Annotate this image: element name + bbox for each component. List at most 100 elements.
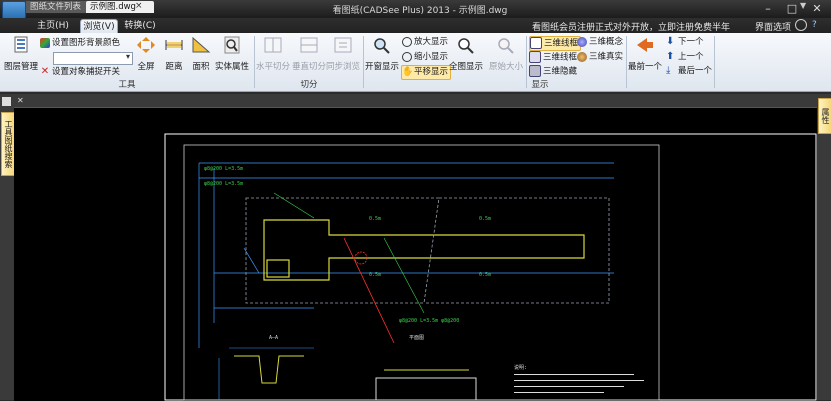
hand-icon: ✋ <box>402 66 414 77</box>
plan-label: 平面图 <box>409 335 424 341</box>
horizontal-split-icon <box>264 37 282 53</box>
sync-icon <box>334 37 352 53</box>
arrow-down-icon: ⬇ <box>666 35 675 47</box>
leader-lines <box>273 192 425 314</box>
tab-view[interactable]: 浏览(V) <box>80 19 118 34</box>
fullscreen-icon <box>137 37 155 53</box>
palette-icon <box>40 37 50 48</box>
prev-button[interactable]: ⬆ 上一个 <box>666 51 704 64</box>
width-text-2: 0.5m <box>479 216 491 222</box>
zoom-out-icon <box>402 51 412 62</box>
next-button[interactable]: ⬇ 下一个 <box>666 36 704 49</box>
zoom-in-icon <box>402 36 412 47</box>
width-text-1: 0.5m <box>369 216 381 222</box>
dim-text-2: φ8@200 L=3.5m <box>204 181 243 187</box>
ruler-icon <box>165 40 183 50</box>
sync-browse-button[interactable]: 同步浏览 <box>326 36 360 72</box>
group-divider <box>363 36 364 88</box>
close-button[interactable]: ✕ <box>805 1 829 17</box>
note-title: 说明: <box>514 364 527 371</box>
3d-wireframe2-button[interactable]: 三维线框 <box>529 51 577 64</box>
last-button[interactable]: ⤓ 最后一个 <box>666 65 712 78</box>
register-notice-link[interactable]: 看图纸会员注册正式对外开放，立即注册免费半年 <box>532 20 730 33</box>
original-size-button[interactable]: 原始大小 <box>486 36 526 72</box>
entity-properties-button[interactable]: 实体属性 <box>214 36 250 72</box>
sphere-real-icon <box>577 51 587 62</box>
split-group-label: 切分 <box>300 80 318 90</box>
3d-hidden-button[interactable]: 三维隐藏 <box>529 65 577 78</box>
zoom-extents-icon <box>458 38 474 54</box>
tab-home[interactable]: 主页(H) <box>36 19 70 33</box>
area-button[interactable]: 面积 <box>189 36 213 72</box>
3d-real-button[interactable]: 三维真实 <box>577 51 623 64</box>
horizontal-split-button[interactable]: 水平切分 <box>256 36 290 72</box>
document-tab-bar <box>14 94 817 107</box>
display-group-label: 显示 <box>531 80 549 90</box>
original-size-icon <box>498 38 514 54</box>
tools-group-label: 工具 <box>118 80 136 90</box>
3d-hidden-icon <box>529 65 541 77</box>
arrow-last-icon: ⤓ <box>666 64 671 76</box>
annotations: φ8@200 L=3.5m φ8@200 L=3.5m 0.5m 0.5m 0.… <box>204 166 527 371</box>
background-color-select[interactable]: ▾ <box>53 52 133 65</box>
snap-icon: ✕ <box>40 65 50 77</box>
cad-drawing: φ8@200 L=3.5m φ8@200 L=3.5m 0.5m 0.5m 0.… <box>164 133 817 401</box>
help-button[interactable]: ? <box>812 20 817 30</box>
theme-ball-icon[interactable] <box>795 19 807 31</box>
arrow-left-icon <box>637 38 653 52</box>
close-tab-icon[interactable]: × <box>135 1 143 11</box>
window-title: 看图纸(CADSee Plus) 2013 - 示例图.dwg <box>332 6 508 16</box>
3d-concept-button[interactable]: 三维概念 <box>577 36 623 49</box>
vertical-split-button[interactable]: 垂直切分 <box>292 36 326 72</box>
zoom-out-button[interactable]: 缩小显示 <box>402 51 448 64</box>
left-panel-tab[interactable]: 工具图纸搜索 <box>1 112 15 176</box>
sphere-concept-icon <box>577 36 587 47</box>
width-text-3: 0.5m <box>369 272 381 278</box>
dim-text-1: φ8@200 L=3.5m <box>204 166 243 172</box>
drawing-canvas[interactable]: φ8@200 L=3.5m φ8@200 L=3.5m 0.5m 0.5m 0.… <box>14 107 817 401</box>
fullscreen-button[interactable]: 全屏 <box>134 36 158 72</box>
width-text-4: 0.5m <box>479 272 491 278</box>
menu-row: 主页(H) 浏览(V) 转换(C) 看图纸会员注册正式对外开放，立即注册免费半年… <box>0 18 831 34</box>
pan-button[interactable]: ✋平移显示 <box>401 65 452 80</box>
section-view <box>234 355 477 401</box>
notes-text-lines <box>514 374 644 393</box>
3d-wireframe-button[interactable]: 三维线框 <box>529 36 582 51</box>
ribbon: 图层管理 设置图形背景颜色 ▾ ✕ 设置对象捕捉开关 全屏 距离 面积 实体属性 … <box>0 33 831 92</box>
set-background-button[interactable]: 设置图形背景颜色 <box>40 37 120 50</box>
hidden-lines <box>245 197 610 304</box>
zoom-window-icon <box>374 38 390 54</box>
group-divider <box>714 36 715 88</box>
3d-box-icon <box>529 51 541 63</box>
sheet-outer-border <box>164 133 817 401</box>
tab-convert[interactable]: 转换(C) <box>122 19 158 33</box>
set-snap-button[interactable]: ✕ 设置对象捕捉开关 <box>40 66 120 79</box>
tab-list-arrow-icon[interactable]: ▼ <box>800 1 806 10</box>
tab-bar-pin-icon[interactable]: ✕ <box>17 96 24 105</box>
distance-button[interactable]: 距离 <box>162 36 186 72</box>
layer-manager-label: 图层管理 <box>4 62 39 72</box>
plan-outline <box>263 219 585 281</box>
tab-file-list[interactable]: 图纸文件列表 <box>26 1 92 13</box>
sheet-inner-border <box>183 144 660 401</box>
properties-panel-tab[interactable]: 属性 <box>818 98 831 134</box>
section-label: A—A <box>269 335 278 341</box>
layer-manager-button[interactable]: 图层管理 <box>4 36 38 72</box>
area-icon <box>192 36 211 53</box>
app-logo-button[interactable] <box>2 1 26 19</box>
ui-options-menu[interactable]: 界面选项 <box>755 20 791 33</box>
right-dock <box>817 94 831 400</box>
layers-icon <box>14 36 28 53</box>
chevron-down-icon: ▾ <box>125 52 130 61</box>
tab-active-drawing[interactable]: 示例图.dwg <box>86 1 154 13</box>
pin-icon[interactable] <box>2 97 11 106</box>
zoom-in-button[interactable]: 放大显示 <box>402 36 448 49</box>
window-display-button[interactable]: 开窗显示 <box>365 36 399 72</box>
full-display-button[interactable]: 全图显示 <box>449 36 483 72</box>
magnifier-icon <box>224 36 240 54</box>
latest-button[interactable]: 最前一个 <box>628 36 662 72</box>
bottom-dim-text: φ8@200 L=3.5m φ8@200 <box>399 318 459 324</box>
minimize-button[interactable]: – <box>756 1 780 17</box>
break-lines <box>343 237 395 344</box>
group-divider <box>254 36 255 88</box>
